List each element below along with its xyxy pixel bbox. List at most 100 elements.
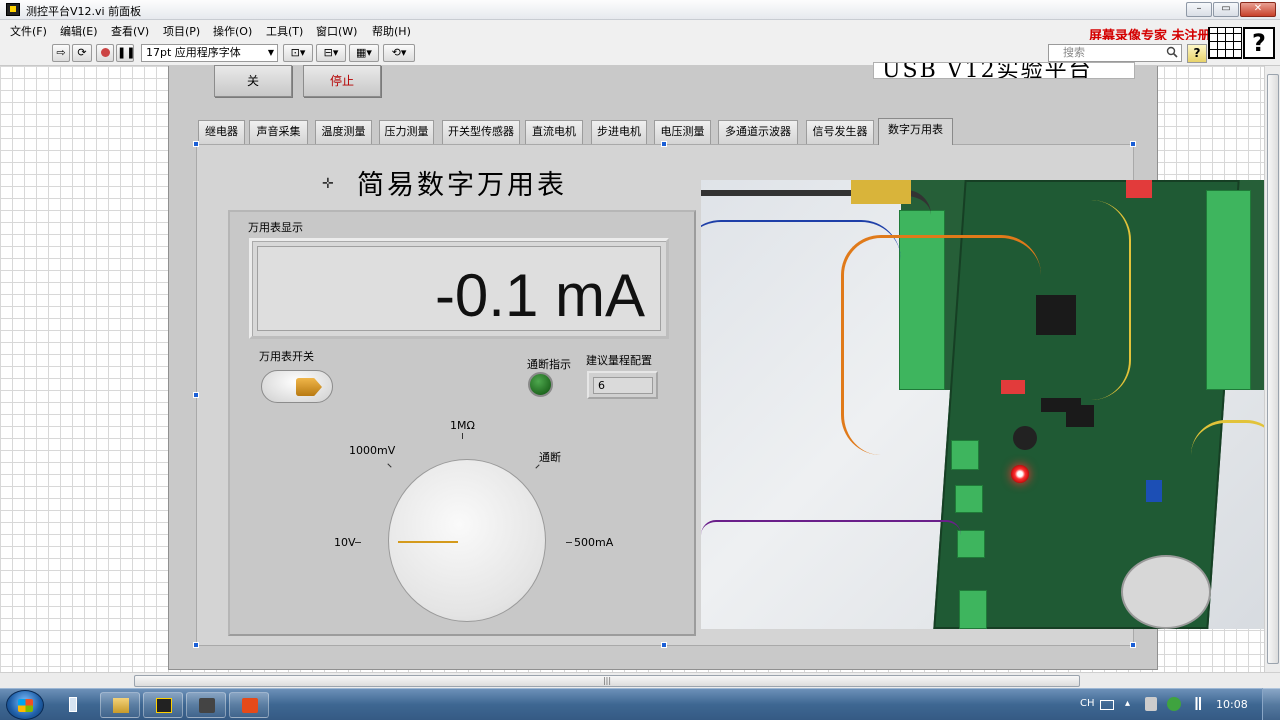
meter-power-toggle[interactable] bbox=[261, 370, 333, 403]
dial-label-1mohm: 1MΩ bbox=[450, 419, 475, 432]
range-indicator: 6 bbox=[587, 371, 658, 399]
toggle-knob bbox=[296, 378, 322, 396]
vertical-scrollbar[interactable] bbox=[1264, 66, 1280, 672]
selection-handle[interactable] bbox=[193, 392, 199, 398]
selection-handle[interactable] bbox=[661, 141, 667, 147]
window-title: 测控平台V12.vi 前面板 bbox=[26, 5, 142, 18]
start-button[interactable] bbox=[6, 690, 44, 720]
vi-connector-pane-icon bbox=[1208, 27, 1242, 59]
meter-reading: -0.1 mA bbox=[434, 262, 645, 329]
chevron-down-icon: ▼ bbox=[267, 48, 274, 57]
dip-switch bbox=[1126, 180, 1152, 198]
yellow-wire bbox=[951, 200, 1131, 400]
window-title-bar: 测控平台V12.vi 前面板 – ▭ ✕ bbox=[0, 0, 1280, 20]
maximize-button[interactable]: ▭ bbox=[1213, 2, 1239, 17]
network-icon[interactable] bbox=[1192, 697, 1204, 710]
continuity-label: 通断指示 bbox=[527, 358, 571, 371]
distribute-objects-icon[interactable]: ⊟▾ bbox=[316, 44, 346, 62]
menu-view[interactable]: 查看(V) bbox=[111, 23, 149, 39]
ic-chip bbox=[1066, 405, 1094, 427]
sensor-module bbox=[1121, 555, 1211, 629]
range-label: 建议量程配置 bbox=[586, 354, 652, 367]
webcam-board-image bbox=[701, 180, 1277, 629]
terminal-block bbox=[959, 590, 987, 629]
camera-icon bbox=[199, 698, 215, 713]
menu-tools[interactable]: 工具(T) bbox=[266, 23, 303, 39]
labview-icon bbox=[156, 698, 172, 713]
taskbar-recorder[interactable] bbox=[229, 692, 269, 718]
terminal-block bbox=[1206, 190, 1251, 390]
reorder-icon[interactable]: ⟲▾ bbox=[383, 44, 415, 62]
context-help-icon[interactable]: ? bbox=[1243, 27, 1275, 59]
usb-device-icon[interactable] bbox=[1145, 697, 1157, 711]
selection-handle[interactable] bbox=[193, 642, 199, 648]
range-value: 6 bbox=[593, 377, 653, 394]
tab-relay[interactable]: 继电器 bbox=[198, 120, 245, 144]
security-icon[interactable] bbox=[1167, 697, 1181, 711]
scroll-thumb[interactable]: ||| bbox=[134, 675, 1080, 687]
selection-handle[interactable] bbox=[661, 642, 667, 648]
taskbar-camera[interactable] bbox=[186, 692, 226, 718]
tab-pressure[interactable]: 压力测量 bbox=[379, 120, 434, 144]
terminal-block bbox=[955, 485, 983, 513]
continuity-led bbox=[528, 372, 553, 397]
menu-file[interactable]: 文件(F) bbox=[10, 23, 47, 39]
run-continuously-icon[interactable]: ⟳ bbox=[72, 44, 92, 62]
tab-sound-capture[interactable]: 声音采集 bbox=[249, 120, 308, 144]
help-button[interactable]: ? bbox=[1187, 44, 1207, 63]
selection-handle[interactable] bbox=[1130, 642, 1136, 648]
horizontal-scrollbar[interactable]: ||| bbox=[0, 672, 1280, 688]
cursor-crosshair-icon: ✛ bbox=[322, 176, 334, 192]
resize-objects-icon[interactable]: ▦▾ bbox=[349, 44, 379, 62]
tab-temperature[interactable]: 温度测量 bbox=[315, 120, 372, 144]
run-icon[interactable]: ⇨ bbox=[52, 44, 70, 62]
dial-tick bbox=[355, 542, 361, 543]
minimize-button[interactable]: – bbox=[1186, 2, 1212, 17]
menu-operate[interactable]: 操作(O) bbox=[213, 23, 252, 39]
taskbar-clock[interactable]: 10:08 bbox=[1216, 698, 1248, 711]
menu-help[interactable]: 帮助(H) bbox=[372, 23, 411, 39]
dial-label-10v: 10V bbox=[334, 536, 356, 549]
menu-window[interactable]: 窗口(W) bbox=[316, 23, 357, 39]
knob-pointer bbox=[398, 541, 458, 543]
tab-multimeter[interactable]: 数字万用表 bbox=[878, 118, 953, 145]
align-objects-icon[interactable]: ⊡▾ bbox=[283, 44, 313, 62]
search-icon bbox=[1166, 46, 1178, 58]
keyboard-icon[interactable] bbox=[1100, 700, 1114, 710]
taskbar-explorer[interactable] bbox=[100, 692, 140, 718]
abort-icon[interactable] bbox=[96, 44, 114, 62]
stop-button[interactable]: 停止 bbox=[303, 65, 381, 97]
tab-stepper-motor[interactable]: 步进电机 bbox=[591, 120, 647, 144]
text-settings-select[interactable]: 17pt 应用程序字体 ▼ bbox=[141, 44, 278, 62]
dial-tick bbox=[566, 542, 572, 543]
menu-project[interactable]: 项目(P) bbox=[163, 23, 200, 39]
meter-display: -0.1 mA bbox=[249, 238, 669, 339]
input-language[interactable]: CH bbox=[1080, 698, 1095, 709]
menu-bar: 文件(F) 编辑(E) 查看(V) 项目(P) 操作(O) 工具(T) 窗口(W… bbox=[0, 20, 1280, 40]
selection-handle[interactable] bbox=[193, 141, 199, 147]
dial-tick bbox=[462, 433, 463, 439]
folder-icon bbox=[113, 698, 129, 713]
selection-handle[interactable] bbox=[1130, 141, 1136, 147]
tab-signal-generator[interactable]: 信号发生器 bbox=[806, 120, 874, 144]
tab-oscilloscope[interactable]: 多通道示波器 bbox=[718, 120, 798, 144]
recorder-icon bbox=[242, 698, 258, 713]
menu-edit[interactable]: 编辑(E) bbox=[60, 23, 98, 39]
board-red-led bbox=[1011, 465, 1029, 483]
meter-display-label: 万用表显示 bbox=[248, 221, 303, 234]
search-input[interactable]: 搜索 bbox=[1048, 44, 1182, 62]
taskbar-labview[interactable] bbox=[143, 692, 183, 718]
platform-banner: USB V12实验平台 bbox=[873, 62, 1135, 79]
pause-icon[interactable]: ❚❚ bbox=[116, 44, 135, 62]
show-desktop-icon[interactable] bbox=[58, 692, 88, 718]
scroll-thumb[interactable] bbox=[1267, 74, 1279, 664]
meter-switch-label: 万用表开关 bbox=[259, 350, 314, 363]
tab-switch-sensor[interactable]: 开关型传感器 bbox=[442, 120, 520, 144]
close-window-button[interactable]: ✕ bbox=[1240, 2, 1276, 17]
show-desktop-button[interactable] bbox=[1262, 688, 1280, 720]
terminal-block bbox=[957, 530, 985, 558]
purple-wire bbox=[701, 520, 961, 550]
tray-chevron-icon[interactable]: ▴ bbox=[1125, 698, 1130, 709]
close-button[interactable]: 关 bbox=[214, 65, 292, 97]
tab-dc-motor[interactable]: 直流电机 bbox=[525, 120, 583, 144]
